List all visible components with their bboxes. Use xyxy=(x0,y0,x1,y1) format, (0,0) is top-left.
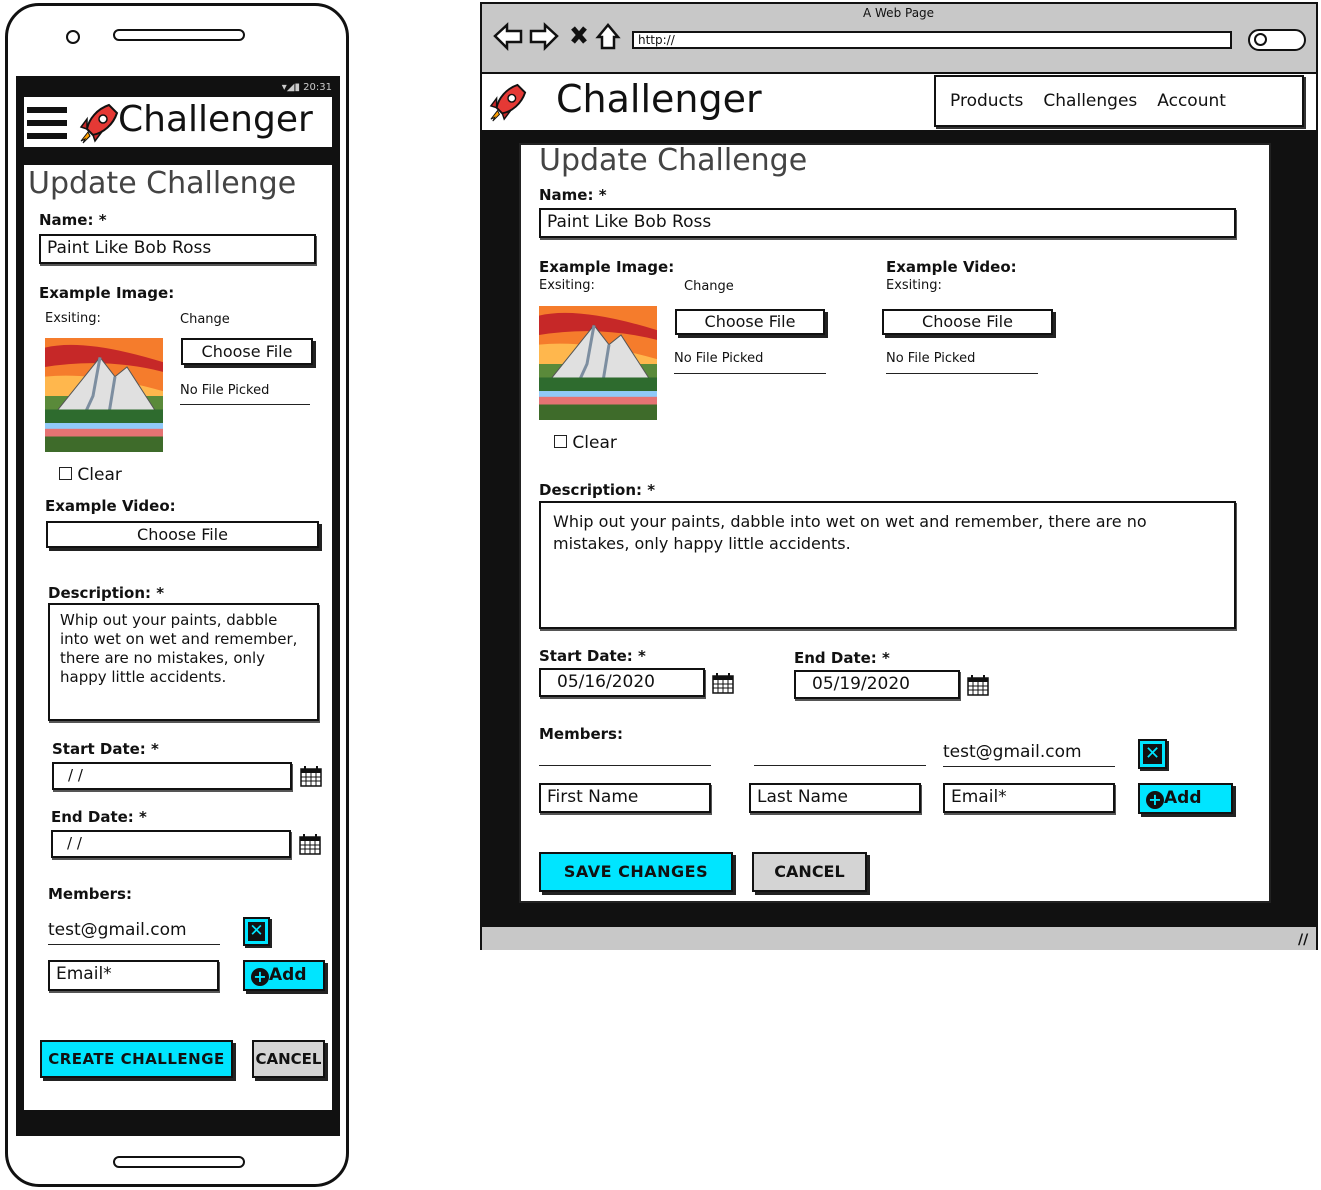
existing-painting-image xyxy=(45,338,163,452)
browser-page-title: Update Challenge xyxy=(539,143,808,178)
mobile-clear-row[interactable]: Clear xyxy=(59,465,122,485)
site-nav: Products Challenges Account xyxy=(934,75,1304,127)
browser-clear-label: Clear xyxy=(572,433,617,453)
mobile-image-label: Example Image: xyxy=(39,284,175,302)
forward-arrow-icon[interactable] xyxy=(529,22,559,52)
mobile-image-choose-file-button[interactable]: Choose File xyxy=(181,338,313,365)
mobile-start-date-input[interactable]: / / xyxy=(52,762,292,790)
browser-video-choose-file-button[interactable]: Choose File xyxy=(882,309,1053,335)
stop-icon[interactable] xyxy=(571,26,587,44)
clear-checkbox[interactable] xyxy=(59,467,72,480)
browser-image-existing-label: Exsiting: xyxy=(539,278,595,293)
camera-dot xyxy=(66,30,80,44)
mobile-image-no-file-text: No File Picked xyxy=(180,383,310,405)
back-arrow-icon[interactable] xyxy=(493,22,523,52)
resize-grip-icon[interactable]: // xyxy=(1298,932,1308,948)
save-changes-button[interactable]: SAVE CHANGES xyxy=(539,852,733,892)
site-title: Challenger xyxy=(556,77,762,121)
browser-image-choose-file-button[interactable]: Choose File xyxy=(675,309,825,335)
status-time: 20:31 xyxy=(303,82,332,93)
mobile-description-label: Description: * xyxy=(48,584,165,602)
browser-name-input[interactable]: Paint Like Bob Ross xyxy=(539,208,1236,238)
mobile-app-bar: Challenger xyxy=(24,97,332,147)
mobile-video-choose-file-button[interactable]: Choose File xyxy=(46,521,319,548)
address-bar[interactable]: http:// xyxy=(632,31,1232,49)
hamburger-menu-icon[interactable] xyxy=(27,107,67,139)
home-button[interactable] xyxy=(113,1156,245,1168)
add-circle-icon: + xyxy=(251,968,269,986)
status-bar: ▾◢▮ 20:31 xyxy=(24,82,332,97)
browser-add-circle-icon: + xyxy=(1146,791,1164,809)
create-challenge-button[interactable]: CREATE CHALLENGE xyxy=(40,1040,233,1078)
mobile-video-label: Example Video: xyxy=(45,497,176,515)
browser-image-label: Example Image: xyxy=(539,258,675,276)
home-icon[interactable] xyxy=(595,23,621,50)
browser-start-date-label: Start Date: * xyxy=(539,647,646,665)
browser-video-existing-label: Exsiting: xyxy=(886,278,942,293)
signal-icon: ▾◢▮ xyxy=(281,82,304,93)
mobile-description-textarea[interactable]: Whip out your paints, dabble into wet on… xyxy=(48,603,319,721)
browser-email-input[interactable]: Email* xyxy=(943,783,1115,813)
browser-start-calendar-icon[interactable] xyxy=(712,672,734,694)
browser-video-no-file-text: No File Picked xyxy=(886,351,1038,374)
first-name-input[interactable]: First Name xyxy=(539,783,711,813)
browser-add-member-button[interactable]: + Add xyxy=(1138,783,1233,814)
mobile-email-input[interactable]: Email* xyxy=(48,960,219,991)
mobile-existing-label: Exsiting: xyxy=(45,311,101,326)
mobile-change-label: Change xyxy=(180,312,230,327)
browser-clear-row[interactable]: Clear xyxy=(554,433,617,453)
member-last-name-line xyxy=(754,765,926,766)
browser-image-no-file-text: No File Picked xyxy=(674,351,826,374)
mobile-add-label: Add xyxy=(269,965,307,985)
browser-members-label: Members: xyxy=(539,725,623,743)
last-name-input[interactable]: Last Name xyxy=(749,783,921,813)
browser-start-date-input[interactable]: 05/16/2020 xyxy=(539,668,705,697)
close-icon: ✕ xyxy=(248,921,265,941)
mobile-start-date-label: Start Date: * xyxy=(52,740,159,758)
mobile-remove-member-button[interactable]: ✕ xyxy=(243,917,270,946)
mobile-members-label: Members: xyxy=(48,885,132,903)
search-icon xyxy=(1254,33,1267,46)
rocket-logo-icon xyxy=(80,104,118,144)
mobile-add-member-button[interactable]: + Add xyxy=(243,960,325,991)
url-text: http:// xyxy=(638,33,675,47)
nav-account[interactable]: Account xyxy=(1157,91,1226,111)
browser-search-box[interactable] xyxy=(1248,29,1306,51)
browser-video-label: Example Video: xyxy=(886,258,1017,276)
mobile-member-email: test@gmail.com xyxy=(48,920,220,945)
nav-challenges[interactable]: Challenges xyxy=(1043,91,1137,111)
browser-nav-icons xyxy=(493,22,621,52)
browser-clear-checkbox[interactable] xyxy=(554,435,567,448)
browser-remove-member-button[interactable]: ✕ xyxy=(1138,739,1167,769)
browser-end-date-label: End Date: * xyxy=(794,649,890,667)
browser-end-calendar-icon[interactable] xyxy=(967,674,989,696)
clear-label: Clear xyxy=(77,465,122,485)
browser-status-bar xyxy=(482,925,1316,950)
mobile-name-label: Name: * xyxy=(39,211,107,229)
speaker-slot xyxy=(113,29,245,41)
mobile-start-calendar-icon[interactable] xyxy=(300,765,322,787)
mobile-end-date-label: End Date: * xyxy=(51,808,147,826)
mobile-cancel-button[interactable]: CANCEL xyxy=(252,1040,325,1078)
browser-name-label: Name: * xyxy=(539,186,607,204)
mobile-page-title: Update Challenge xyxy=(28,166,297,201)
mobile-end-date-input[interactable]: / / xyxy=(51,830,291,858)
mobile-name-input[interactable]: Paint Like Bob Ross xyxy=(39,234,316,264)
app-title: Challenger xyxy=(118,99,313,140)
browser-add-label: Add xyxy=(1164,788,1202,808)
mobile-end-calendar-icon[interactable] xyxy=(299,833,321,855)
site-rocket-logo-icon xyxy=(489,83,527,123)
browser-cancel-button[interactable]: CANCEL xyxy=(752,852,867,892)
browser-member-email: test@gmail.com xyxy=(943,742,1115,767)
browser-description-label: Description: * xyxy=(539,481,656,499)
browser-close-icon: ✕ xyxy=(1143,743,1162,764)
browser-end-date-input[interactable]: 05/19/2020 xyxy=(794,670,960,699)
browser-description-textarea[interactable]: Whip out your paints, dabble into wet on… xyxy=(539,501,1236,629)
browser-existing-painting-image xyxy=(539,306,657,420)
nav-products[interactable]: Products xyxy=(950,91,1023,111)
browser-window-title: A Web Page xyxy=(863,6,935,20)
browser-image-change-label: Change xyxy=(684,279,734,294)
member-first-name-line xyxy=(539,765,711,766)
